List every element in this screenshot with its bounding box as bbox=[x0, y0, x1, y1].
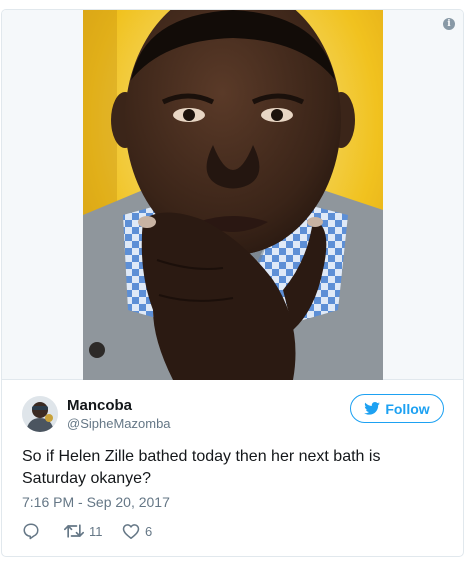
like-action[interactable]: 6 bbox=[122, 523, 152, 540]
tweet-photo[interactable] bbox=[83, 10, 383, 380]
retweet-icon bbox=[64, 524, 84, 538]
twitter-bird-icon bbox=[364, 402, 381, 415]
follow-label: Follow bbox=[385, 400, 430, 417]
tweet-text: So if Helen Zille bathed today then her … bbox=[22, 448, 381, 487]
avatar[interactable] bbox=[22, 396, 58, 432]
follow-button[interactable]: Follow bbox=[350, 394, 444, 423]
author-display-name[interactable]: Mancoba bbox=[67, 397, 132, 414]
retweet-action[interactable]: 11 bbox=[64, 522, 122, 540]
info-icon[interactable]: i bbox=[443, 18, 455, 30]
heart-icon bbox=[122, 523, 140, 539]
tweet-actions: 11 6 bbox=[22, 521, 152, 541]
reply-icon bbox=[23, 523, 39, 540]
embedded-tweet-card: i Mancoba @SipheMazomba Follow So if Hel… bbox=[1, 9, 464, 557]
tweet-media[interactable]: i bbox=[2, 10, 463, 380]
reply-action[interactable] bbox=[22, 522, 64, 540]
author-handle[interactable]: @SipheMazomba bbox=[67, 416, 171, 431]
tweet-timestamp[interactable]: 7:16 PM - Sep 20, 2017 bbox=[22, 494, 170, 510]
retweet-count: 11 bbox=[89, 523, 103, 539]
like-count: 6 bbox=[145, 523, 153, 539]
